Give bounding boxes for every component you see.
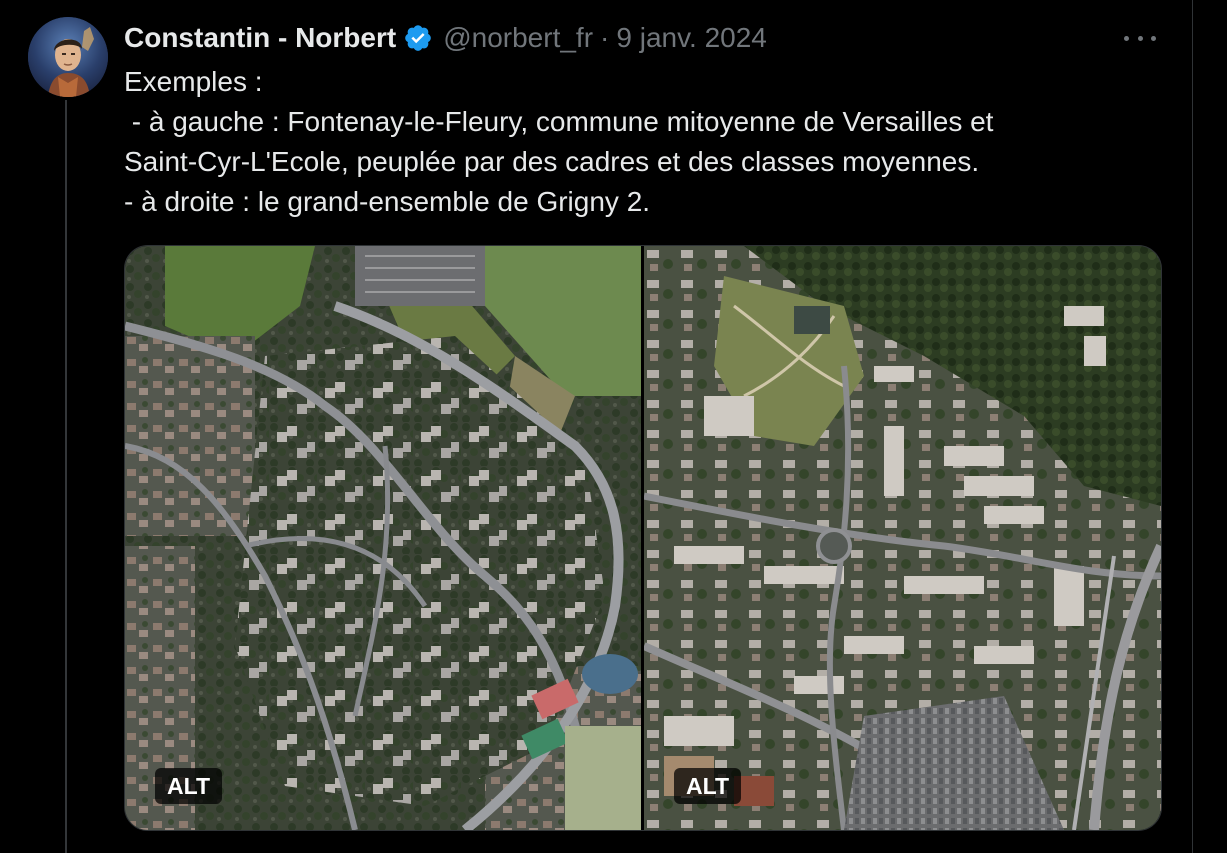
thread-line	[65, 100, 67, 853]
avatar-image	[28, 17, 108, 97]
alt-badge[interactable]: ALT	[155, 768, 223, 804]
photo-grigny-aerial[interactable]: ALT	[644, 246, 1161, 830]
more-dot	[1137, 35, 1143, 41]
tweet-text-line: Saint-Cyr-L'Ecole, peuplée par des cadre…	[124, 146, 980, 177]
verified-badge-icon[interactable]	[403, 23, 433, 53]
alt-badge[interactable]: ALT	[674, 768, 742, 804]
tweet-date[interactable]: 9 janv. 2024	[616, 22, 767, 54]
author-handle[interactable]: @norbert_fr	[443, 22, 593, 54]
tweet-text-line: Exemples :	[124, 66, 263, 97]
more-options-icon[interactable]	[1124, 26, 1156, 50]
author-name[interactable]: Constantin - Norbert	[124, 22, 396, 54]
tweet-text-line: - à droite : le grand-ensemble de Grigny…	[124, 186, 651, 217]
header-separator: ·	[600, 22, 610, 53]
tweet-text: Exemples : - à gauche : Fontenay-le-Fleu…	[124, 62, 1184, 222]
avatar[interactable]	[28, 17, 108, 97]
tweet-page: Constantin - Norbert @norbert_fr · 9 jan…	[0, 0, 1227, 853]
column-border	[1192, 0, 1193, 853]
aerial-map-left	[125, 246, 641, 830]
more-dot	[1124, 35, 1129, 41]
photo-fontenay-aerial[interactable]: ALT	[125, 246, 641, 830]
media-grid: ALT ALT	[124, 245, 1162, 831]
tweet-header: Constantin - Norbert @norbert_fr · 9 jan…	[124, 18, 767, 58]
tweet-text-line: - à gauche : Fontenay-le-Fleury, commune…	[124, 106, 994, 137]
aerial-map-right	[644, 246, 1161, 830]
more-dot	[1151, 35, 1156, 41]
